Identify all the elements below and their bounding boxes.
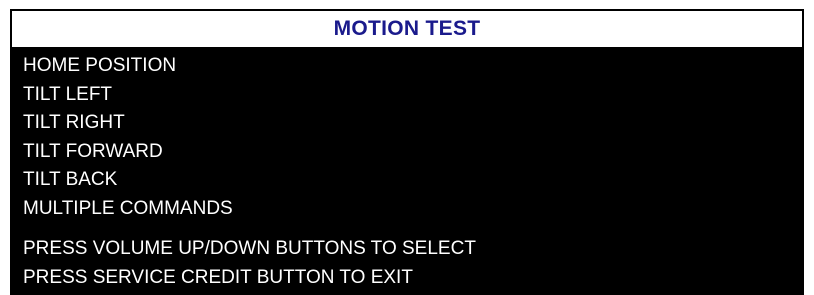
menu-item-multiple-commands[interactable]: MULTIPLE COMMANDS: [23, 195, 233, 224]
menu-item-home-position[interactable]: HOME POSITION: [23, 52, 233, 81]
instruction-exit: PRESS SERVICE CREDIT BUTTON TO EXIT: [23, 266, 413, 288]
menu-item-tilt-back[interactable]: TILT BACK: [23, 166, 233, 195]
instructions: PRESS VOLUME UP/DOWN BUTTONS TO SELECT P…: [23, 235, 476, 292]
page-title: MOTION TEST: [12, 11, 802, 47]
motion-test-screen: MOTION TEST HOME POSITION TILT LEFT TILT…: [10, 9, 804, 295]
instruction-select: PRESS VOLUME UP/DOWN BUTTONS TO SELECT: [23, 238, 476, 259]
menu-item-tilt-forward[interactable]: TILT FORWARD: [23, 138, 233, 167]
menu-item-tilt-right[interactable]: TILT RIGHT: [23, 109, 233, 138]
motion-menu: HOME POSITION TILT LEFT TILT RIGHT TILT …: [23, 52, 233, 224]
menu-item-tilt-left[interactable]: TILT LEFT: [23, 81, 233, 110]
